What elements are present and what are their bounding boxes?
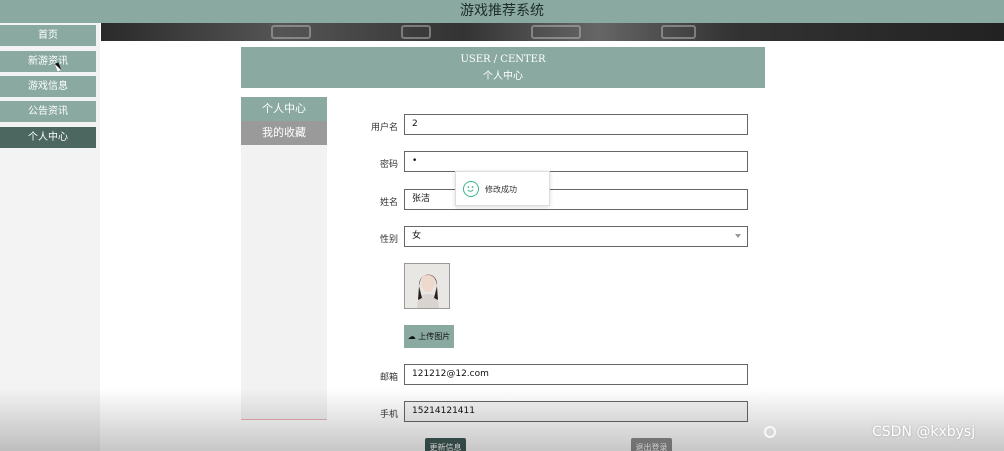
watermark-text: CSDN @kxbysj — [872, 424, 976, 440]
tab-my-favorites[interactable]: 我的收藏 — [241, 121, 327, 145]
nav-item-games[interactable]: 游戏信息 — [0, 76, 96, 98]
update-info-button[interactable]: 更新信息 — [425, 438, 466, 451]
gender-label: 性别 — [379, 235, 398, 245]
phone-label: 手机 — [379, 410, 398, 420]
success-toast: 修改成功 — [455, 171, 550, 206]
nav-item-notices[interactable]: 公告资讯 — [0, 101, 96, 123]
name-label: 姓名 — [379, 198, 398, 208]
password-field[interactable]: • — [404, 151, 748, 172]
password-label: 密码 — [379, 160, 398, 170]
email-label: 邮箱 — [379, 373, 398, 383]
upload-image-label: 上传图片 — [418, 332, 451, 341]
user-center-title-cn: 个人中心 — [483, 71, 523, 82]
tab-personal-center[interactable]: 个人中心 — [241, 97, 327, 121]
nav-item-home[interactable]: 首页 — [0, 25, 96, 47]
nav-item-profile[interactable]: 个人中心 — [0, 127, 96, 149]
profile-side-menu: 个人中心 我的收藏 — [241, 97, 327, 420]
app-title: 游戏推荐系统 — [460, 3, 544, 19]
logout-button[interactable]: 退出登录 — [631, 438, 672, 451]
smile-icon — [463, 181, 479, 197]
user-center-header: USER / CENTER 个人中心 — [241, 47, 765, 88]
username-label: 用户名 — [370, 123, 398, 133]
toast-message: 修改成功 — [485, 185, 517, 194]
left-nav: 首页 新游资讯 游戏信息 公告资讯 个人中心 — [0, 23, 100, 451]
avatar-image — [404, 263, 450, 309]
user-center-title-en: USER / CENTER — [460, 54, 546, 65]
app-title-bar: 游戏推荐系统 — [0, 0, 1004, 23]
gender-value: 女 — [412, 231, 422, 241]
nav-item-news[interactable]: 新游资讯 — [0, 51, 96, 73]
chevron-down-icon — [735, 234, 741, 238]
gender-select[interactable]: 女 — [404, 226, 748, 247]
upload-icon: ☁ — [407, 332, 416, 341]
upload-image-button[interactable]: ☁ 上传图片 — [404, 325, 454, 348]
banner-image — [101, 23, 1004, 41]
phone-field[interactable]: 15214121411 — [404, 401, 748, 422]
email-field[interactable]: 121212@12.com — [404, 364, 748, 385]
username-field[interactable]: 2 — [404, 114, 748, 135]
watermark-icon — [764, 426, 776, 438]
